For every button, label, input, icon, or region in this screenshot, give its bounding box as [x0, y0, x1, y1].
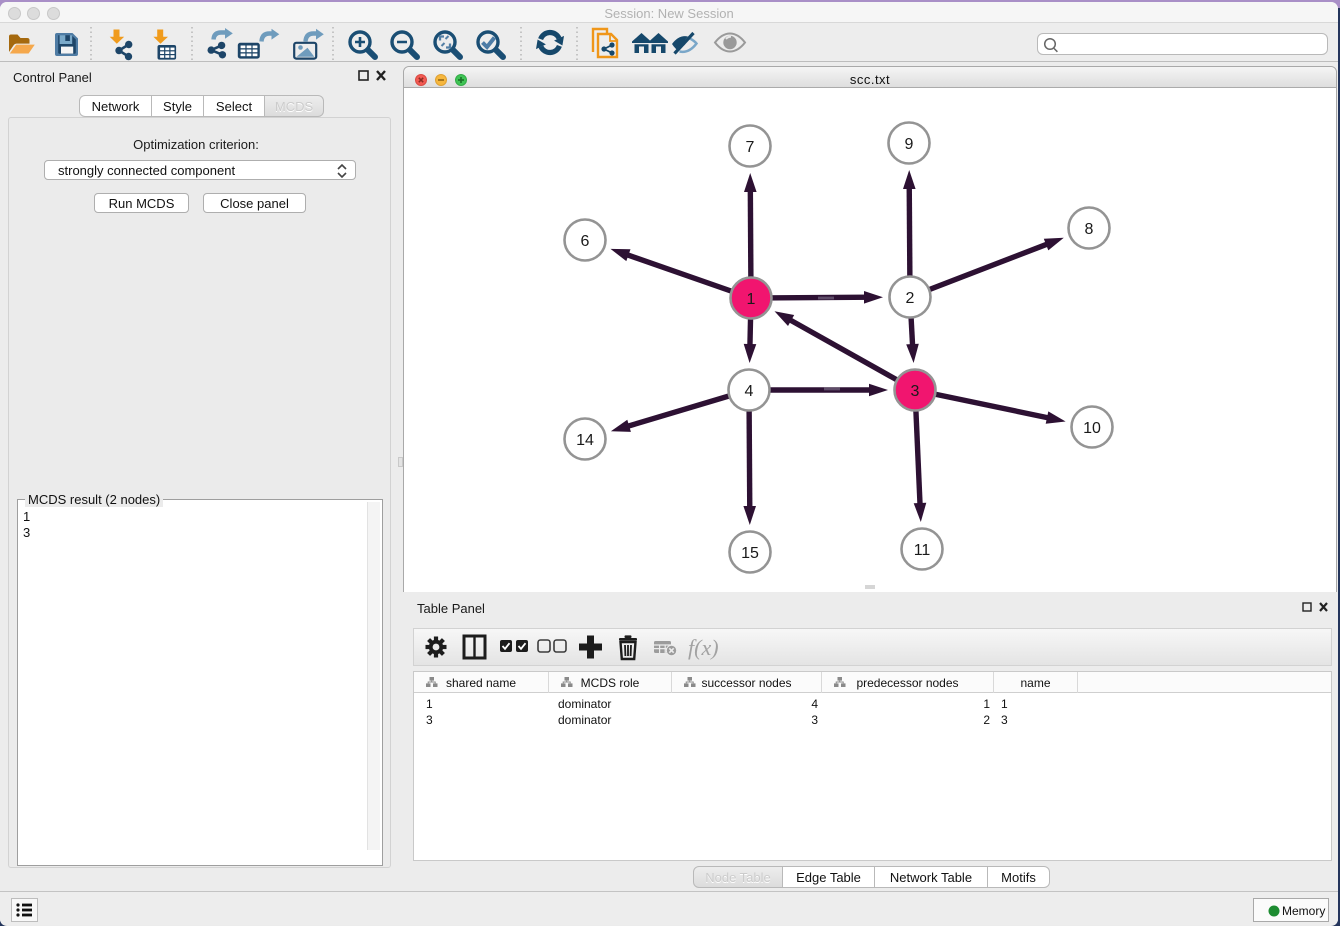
svg-text:9: 9	[905, 136, 914, 153]
svg-text:3: 3	[911, 383, 920, 400]
svg-text:1: 1	[747, 291, 756, 308]
svg-text:2: 2	[906, 290, 915, 307]
svg-text:10: 10	[1083, 420, 1101, 437]
svg-text:f(x): f(x)	[688, 635, 719, 660]
svg-text:14: 14	[576, 432, 594, 449]
svg-text:8: 8	[1085, 221, 1094, 238]
svg-text:6: 6	[581, 233, 590, 250]
svg-text:15: 15	[741, 545, 759, 562]
svg-text:7: 7	[746, 139, 755, 156]
svg-text:4: 4	[745, 383, 754, 400]
svg-text:11: 11	[914, 542, 931, 559]
